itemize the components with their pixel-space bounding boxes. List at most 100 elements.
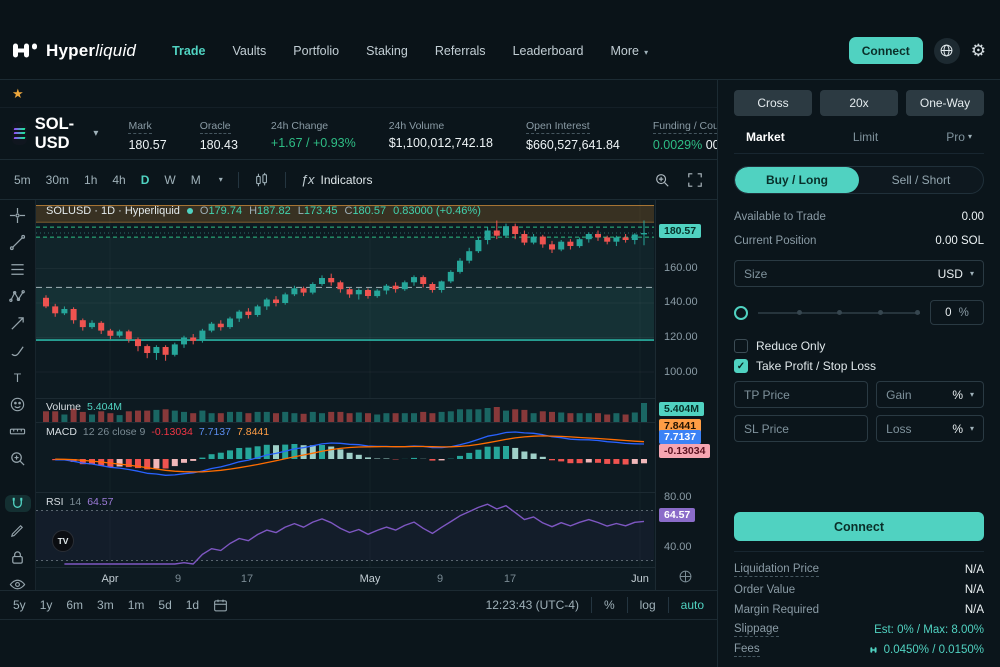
timeframe-30m[interactable]: 30m	[46, 173, 69, 187]
timeframe-1m[interactable]: M	[191, 173, 201, 187]
text-tool-icon[interactable]: T	[7, 369, 29, 386]
emoji-icon[interactable]	[7, 396, 29, 413]
gain-input[interactable]	[886, 388, 952, 402]
brand[interactable]: Hyperliquid	[12, 41, 136, 61]
settings-gear-icon[interactable]: ⚙	[971, 41, 986, 61]
candle-style-icon[interactable]	[254, 172, 270, 188]
time-label: 9	[175, 573, 181, 585]
range-3m[interactable]: 3m	[97, 598, 114, 612]
draw-pencil-icon[interactable]	[7, 522, 29, 539]
range-5y[interactable]: 5y	[13, 598, 26, 612]
timeframe-4h[interactable]: 4h	[112, 173, 125, 187]
clock-display[interactable]: 12:23:43 (UTC-4)	[486, 598, 579, 612]
timeframe-1h[interactable]: 1h	[84, 173, 97, 187]
checkbox-checked[interactable]: ✓	[734, 359, 748, 373]
leverage-button[interactable]: 20x	[820, 90, 898, 116]
auto-scale-toggle[interactable]: auto	[681, 598, 704, 612]
price-pane[interactable]: SOLUSD · 1D · Hyperliquid O179.74 H187.8…	[36, 200, 655, 398]
timeframe-1w[interactable]: W	[164, 173, 175, 187]
tab-pro[interactable]: Pro ▾	[946, 130, 972, 144]
projection-icon[interactable]	[7, 315, 29, 332]
chevron-down-icon: ▾	[970, 424, 974, 433]
measure-icon[interactable]	[7, 423, 29, 440]
language-globe-icon[interactable]	[934, 38, 960, 64]
macd-pane[interactable]: MACD 12 26 close 9 -0.13034 7.7137 7.844…	[36, 422, 655, 492]
loss-unit-selector[interactable]: %▾	[952, 422, 974, 436]
magnifier-icon[interactable]	[7, 450, 29, 467]
gain-unit-selector[interactable]: %▾	[952, 388, 974, 402]
go-to-date-calendar-icon[interactable]	[213, 598, 228, 613]
crosshair-icon[interactable]	[7, 207, 29, 224]
nav-item-staking[interactable]: Staking	[366, 44, 408, 58]
reduce-only-checkbox[interactable]: Reduce Only	[734, 339, 984, 353]
main-menu: Trade Vaults Portfolio Staking Referrals…	[172, 44, 648, 58]
nav-item-referrals[interactable]: Referrals	[435, 44, 486, 58]
range-1d[interactable]: 1d	[186, 598, 199, 612]
nav-item-more[interactable]: More ▾	[610, 44, 648, 58]
zoom-in-icon[interactable]	[654, 172, 670, 188]
hide-drawings-eye-icon[interactable]	[7, 576, 29, 593]
loss-input[interactable]	[886, 422, 952, 436]
sl-price-field[interactable]	[734, 415, 868, 442]
loss-field[interactable]: %▾	[876, 415, 984, 442]
size-input[interactable]	[744, 267, 938, 281]
buy-long-button[interactable]: Buy / Long	[735, 167, 859, 193]
sol-token-icon	[12, 122, 27, 145]
size-unit-selector[interactable]: USD▾	[938, 267, 974, 281]
candlestick-chart[interactable]	[36, 200, 655, 403]
trend-line-icon[interactable]	[7, 234, 29, 251]
nav-item-vaults[interactable]: Vaults	[232, 44, 266, 58]
nav-item-leaderboard[interactable]: Leaderboard	[513, 44, 584, 58]
timeframe-1d[interactable]: D	[141, 173, 150, 187]
slider-percent-box[interactable]: 0%	[930, 300, 984, 325]
hyperliquid-logo	[12, 42, 38, 59]
range-1y[interactable]: 1y	[40, 598, 53, 612]
gain-field[interactable]: %▾	[876, 381, 984, 408]
chart-panes[interactable]: SOLUSD · 1D · Hyperliquid O179.74 H187.8…	[36, 200, 655, 590]
range-6m[interactable]: 6m	[66, 598, 83, 612]
tab-limit[interactable]: Limit	[853, 130, 878, 144]
tradingview-logo[interactable]: TV	[52, 530, 74, 552]
percent-scale-toggle[interactable]: %	[604, 598, 615, 612]
rsi-pane[interactable]: RSI 14 64.57	[36, 492, 655, 567]
size-field[interactable]: USD▾	[734, 260, 984, 287]
connect-button[interactable]: Connect	[734, 512, 984, 541]
log-scale-toggle[interactable]: log	[640, 598, 656, 612]
nav-item-trade[interactable]: Trade	[172, 44, 205, 58]
slider-track[interactable]	[758, 312, 920, 314]
slider-knob[interactable]	[734, 306, 748, 320]
fib-retracement-icon[interactable]	[7, 261, 29, 278]
tab-market[interactable]: Market	[746, 130, 785, 144]
tpsl-checkbox[interactable]: ✓ Take Profit / Stop Loss	[734, 359, 984, 373]
price-tick: 100.00	[664, 366, 698, 378]
time-axis[interactable]: Apr 9 17 May 9 17 Jun	[36, 567, 655, 590]
checkbox-unchecked[interactable]	[734, 339, 748, 353]
position-mode-button[interactable]: One-Way	[906, 90, 984, 116]
connect-wallet-button[interactable]: Connect	[849, 37, 923, 64]
fullscreen-icon[interactable]	[687, 172, 703, 188]
market-selector[interactable]: SOL-USD ▾	[12, 115, 98, 153]
tp-price-field[interactable]	[734, 381, 868, 408]
range-1m[interactable]: 1m	[128, 598, 145, 612]
range-5d[interactable]: 5d	[158, 598, 171, 612]
nav-item-portfolio[interactable]: Portfolio	[293, 44, 339, 58]
axis-settings-icon[interactable]	[678, 569, 693, 584]
divider	[285, 172, 286, 188]
favorites-star-icon[interactable]: ★	[12, 86, 24, 102]
brush-icon[interactable]	[7, 342, 29, 359]
xabcd-pattern-icon[interactable]	[7, 288, 29, 305]
sell-short-button[interactable]: Sell / Short	[859, 167, 983, 193]
volume-pane[interactable]: Volume 5.404M	[36, 398, 655, 422]
indicators-button[interactable]: ƒx Indicators	[301, 172, 373, 187]
lock-icon[interactable]	[7, 549, 29, 566]
magnet-icon[interactable]	[5, 495, 31, 512]
price-axis[interactable]: 180.57 160.00 140.00 120.00 100.00 5.404…	[655, 200, 717, 590]
sl-price-input[interactable]	[744, 422, 858, 436]
rsi-tick: 40.00	[664, 541, 692, 553]
bottom-filler	[0, 620, 717, 667]
tp-price-input[interactable]	[744, 388, 858, 402]
rsi-badge: 64.57	[659, 508, 695, 522]
margin-mode-button[interactable]: Cross	[734, 90, 812, 116]
timeframe-dropdown-icon[interactable]: ▾	[219, 175, 223, 184]
timeframe-5m[interactable]: 5m	[14, 173, 31, 187]
